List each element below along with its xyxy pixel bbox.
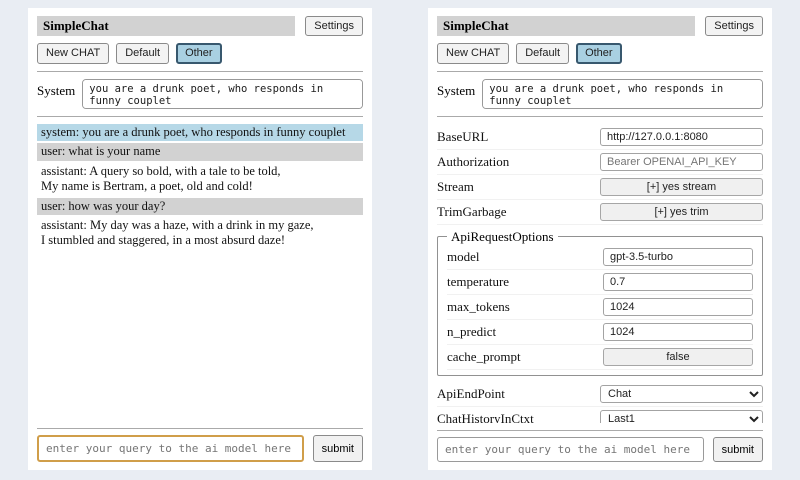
tab-default[interactable]: Default xyxy=(516,43,569,63)
chat-toolbar: New CHAT Default Other xyxy=(37,43,363,63)
divider xyxy=(37,71,363,72)
chat-message-user: user: how was your day? xyxy=(37,198,363,216)
divider xyxy=(37,428,363,429)
settings-button[interactable]: Settings xyxy=(705,16,763,36)
max-tokens-input[interactable] xyxy=(603,298,753,316)
trimgarbage-label: TrimGarbage xyxy=(437,204,507,220)
setting-row-cache-prompt: cache_prompt false xyxy=(447,345,753,370)
max-tokens-label: max_tokens xyxy=(447,299,510,315)
app-title: SimpleChat xyxy=(437,16,695,36)
setting-row-temperature: temperature xyxy=(447,270,753,295)
api-request-options-group: ApiRequestOptions model temperature max_… xyxy=(437,229,763,376)
model-input[interactable] xyxy=(603,248,753,266)
cache-prompt-label: cache_prompt xyxy=(447,349,521,365)
n-predict-input[interactable] xyxy=(603,323,753,341)
setting-row-n-predict: n_predict xyxy=(447,320,753,345)
chat-message-user: user: what is your name xyxy=(37,143,363,161)
setting-row-stream: Stream [+] yes stream xyxy=(437,175,763,200)
settings-toolbar: New CHAT Default Other xyxy=(437,43,763,63)
chat-panel: SimpleChat Settings New CHAT Default Oth… xyxy=(28,8,372,470)
cache-prompt-toggle-button[interactable]: false xyxy=(603,348,753,366)
stream-toggle-button[interactable]: [+] yes stream xyxy=(600,178,763,196)
query-row: submit xyxy=(37,435,363,462)
query-row: submit xyxy=(437,437,763,462)
chat-message-system: system: you are a drunk poet, who respon… xyxy=(37,124,363,142)
system-label: System xyxy=(37,79,75,99)
divider xyxy=(437,71,763,72)
chathistoryinctxt-select[interactable]: Last1 xyxy=(600,410,763,423)
chathistoryinctxt-label: ChatHistoryInCtxt xyxy=(437,411,534,423)
authorization-input[interactable] xyxy=(600,153,763,171)
system-prompt-input[interactable]: you are a drunk poet, who responds in fu… xyxy=(482,79,763,109)
system-label: System xyxy=(437,79,475,99)
new-chat-button[interactable]: New CHAT xyxy=(37,43,109,63)
setting-row-authorization: Authorization xyxy=(437,150,763,175)
baseurl-input[interactable] xyxy=(600,128,763,146)
settings-panel-header: SimpleChat Settings xyxy=(437,16,763,36)
setting-row-baseurl: BaseURL xyxy=(437,125,763,150)
tab-other[interactable]: Other xyxy=(576,43,622,63)
api-request-options-legend: ApiRequestOptions xyxy=(447,229,558,245)
temperature-label: temperature xyxy=(447,274,509,290)
submit-button[interactable]: submit xyxy=(713,437,763,462)
app-title: SimpleChat xyxy=(37,16,295,36)
settings-form: BaseURL Authorization Stream [+] yes str… xyxy=(437,125,763,423)
temperature-input[interactable] xyxy=(603,273,753,291)
tab-other[interactable]: Other xyxy=(176,43,222,63)
stream-label: Stream xyxy=(437,179,474,195)
chat-panel-header: SimpleChat Settings xyxy=(37,16,363,36)
setting-row-trimgarbage: TrimGarbage [+] yes trim xyxy=(437,200,763,225)
chat-message-assistant: assistant: My day was a haze, with a dri… xyxy=(37,217,363,250)
authorization-label: Authorization xyxy=(437,154,509,170)
chat-message-assistant: assistant: A query so bold, with a tale … xyxy=(37,163,363,196)
apiendpoint-label: ApiEndPoint xyxy=(437,386,505,402)
system-prompt-row: System you are a drunk poet, who respond… xyxy=(437,79,763,109)
trimgarbage-toggle-button[interactable]: [+] yes trim xyxy=(600,203,763,221)
setting-row-chathistoryinctxt: ChatHistoryInCtxt Last1 xyxy=(437,407,763,423)
baseurl-label: BaseURL xyxy=(437,129,488,145)
setting-row-model: model xyxy=(447,245,753,270)
n-predict-label: n_predict xyxy=(447,324,496,340)
divider xyxy=(37,116,363,117)
new-chat-button[interactable]: New CHAT xyxy=(437,43,509,63)
settings-button[interactable]: Settings xyxy=(305,16,363,36)
divider xyxy=(437,430,763,431)
query-input[interactable] xyxy=(37,435,304,462)
apiendpoint-select[interactable]: Chat xyxy=(600,385,763,403)
model-label: model xyxy=(447,249,480,265)
chat-message-list: system: you are a drunk poet, who respon… xyxy=(37,124,363,421)
submit-button[interactable]: submit xyxy=(313,435,363,462)
system-prompt-input[interactable]: you are a drunk poet, who responds in fu… xyxy=(82,79,363,109)
tab-default[interactable]: Default xyxy=(116,43,169,63)
setting-row-apiendpoint: ApiEndPoint Chat xyxy=(437,382,763,407)
divider xyxy=(437,116,763,117)
setting-row-max-tokens: max_tokens xyxy=(447,295,753,320)
system-prompt-row: System you are a drunk poet, who respond… xyxy=(37,79,363,109)
query-input[interactable] xyxy=(437,437,704,462)
settings-panel: SimpleChat Settings New CHAT Default Oth… xyxy=(428,8,772,470)
